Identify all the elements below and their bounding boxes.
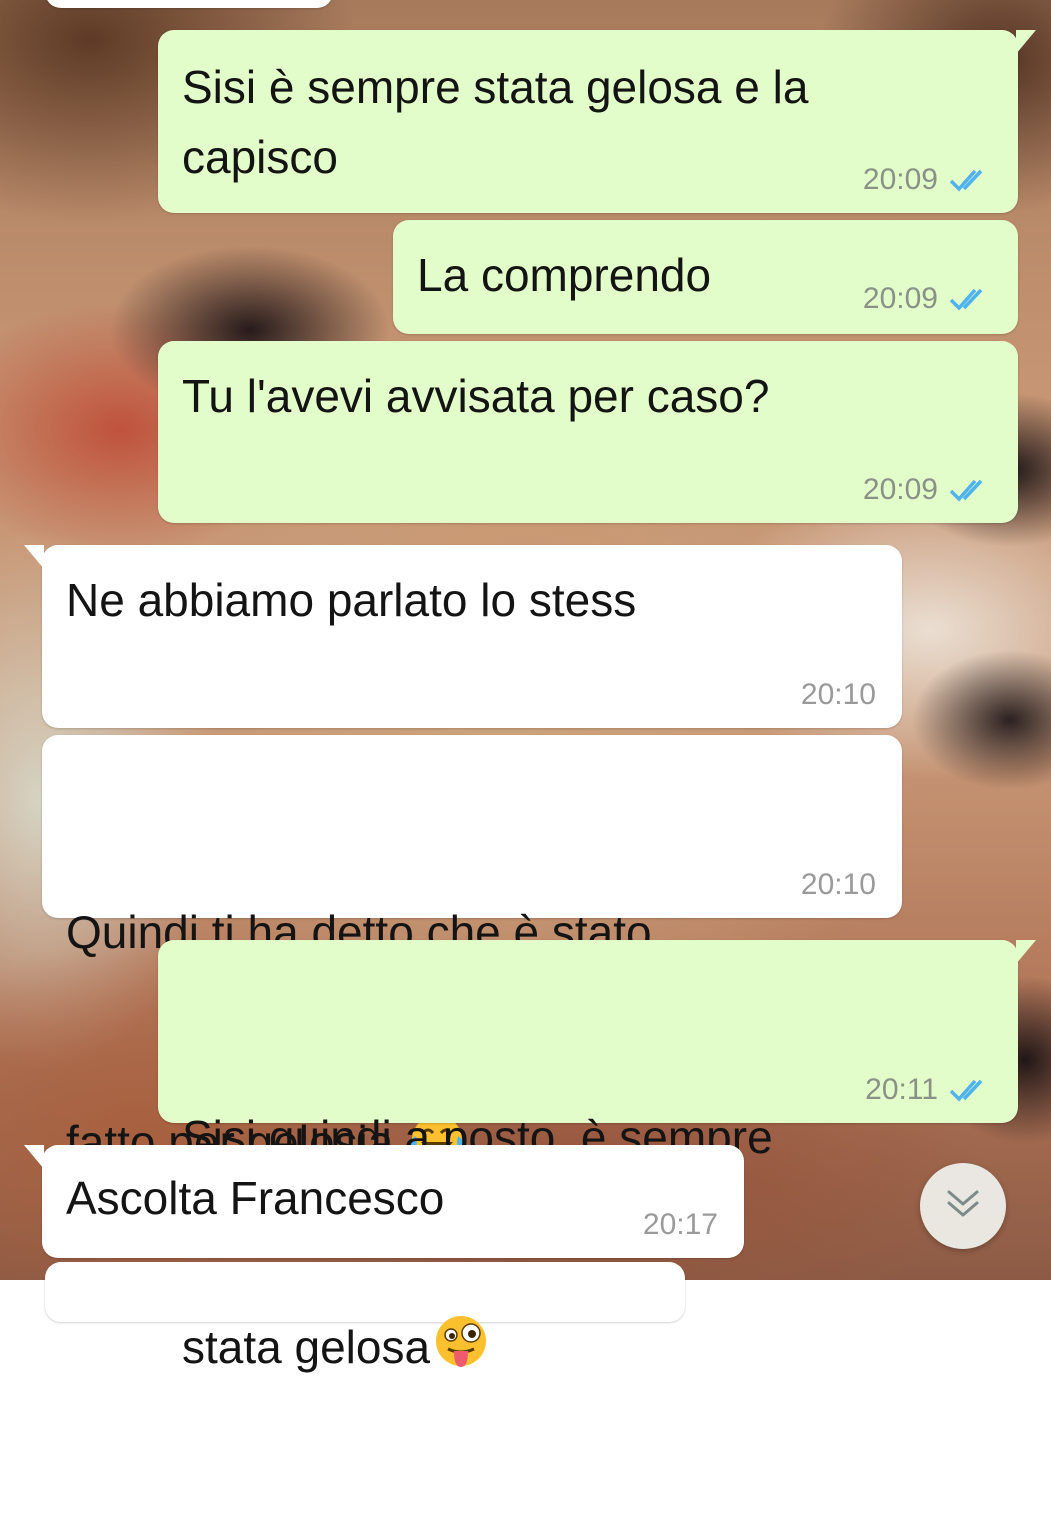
message-text-line: stata gelosa [182,1312,773,1382]
message-bubble-partial-top[interactable] [45,0,333,8]
message-bubble-outgoing[interactable]: Sisi è sempre stata gelosa e la capisco … [158,30,1036,213]
message-meta: 20:10 [801,868,876,902]
message-time: 20:17 [642,1208,718,1241]
message-bubble-outgoing[interactable]: Tu l'avevi avvisata per caso? 20:09 [158,341,1018,523]
winking-tongue-emoji-icon [430,1316,492,1373]
message-bubble-incoming[interactable]: Quindi ti ha detto che è stato fatto per… [42,735,902,1168]
message-time: 20:09 [862,282,938,315]
message-bubble-outgoing[interactable]: Sisi quindi a posto, è sempre stata gelo… [158,940,1036,1373]
message-time: 20:09 [862,163,938,196]
message-time: 20:11 [865,1073,938,1106]
message-time: 20:10 [800,678,876,711]
message-meta: 20:09 [863,163,992,197]
double-check-read-icon [948,286,992,312]
message-time: 20:09 [862,473,938,506]
message-meta: 20:11 [865,1073,992,1107]
message-meta: 20:10 [801,678,876,712]
message-meta: 20:17 [643,1208,718,1242]
message-meta: 20:09 [863,282,992,316]
chevron-double-down-icon [943,1187,983,1226]
message-text: La comprendo [417,249,712,301]
message-text-fragment: stata gelosa [182,1321,431,1373]
double-check-read-icon [948,1077,992,1103]
message-time: 20:10 [800,868,876,901]
message-meta: 20:09 [863,473,992,507]
double-check-read-icon [948,167,992,193]
message-text: Ascolta Francesco [66,1172,445,1224]
double-check-read-icon [948,477,992,503]
message-bubble-incoming[interactable]: Ne abbiamo parlato lo stess 20:10 [24,545,902,728]
scroll-to-bottom-button[interactable] [920,1163,1006,1249]
message-text: Ne abbiamo parlato lo stess [66,574,637,626]
message-text: Tu l'avevi avvisata per caso? [182,370,770,422]
message-bubble-outgoing[interactable]: La comprendo 20:09 [393,220,1018,334]
message-text: Sisi è sempre stata gelosa e la capisco [182,61,809,183]
message-bubble-incoming[interactable]: Ascolta Francesco 20:17 [24,1145,744,1258]
